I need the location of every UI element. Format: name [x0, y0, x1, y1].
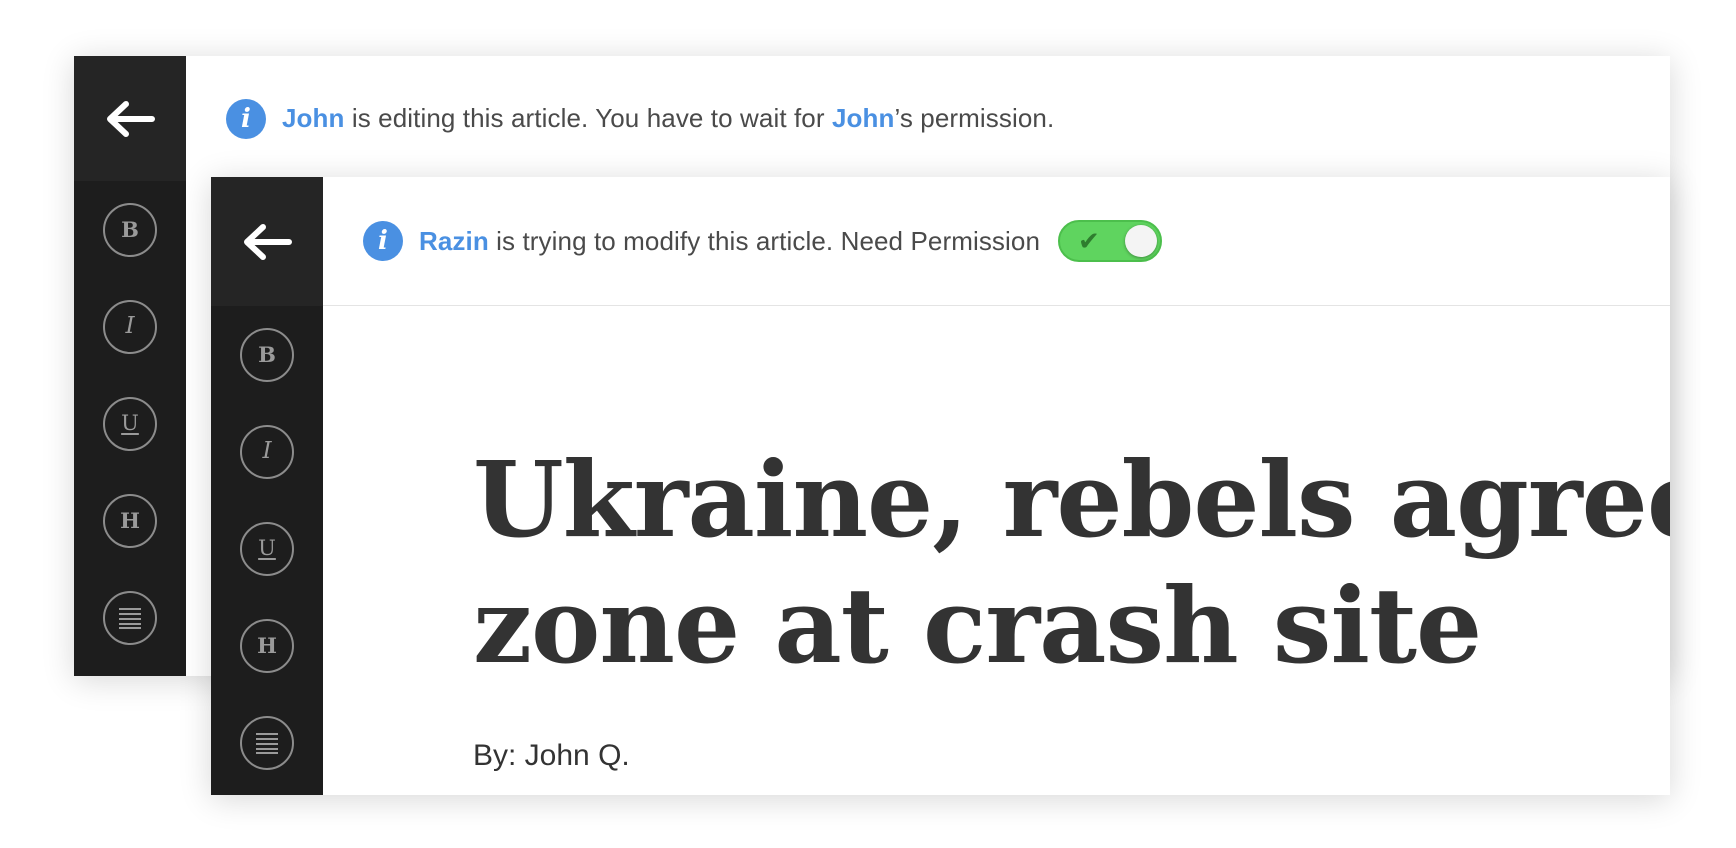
info-icon: i — [363, 221, 403, 261]
permission-owner-link[interactable]: John — [832, 103, 895, 134]
arrow-left-icon — [244, 223, 292, 260]
bold-icon: B — [103, 202, 157, 257]
notice-text-end: ’s permission. — [894, 103, 1055, 133]
underline-button[interactable]: U — [74, 375, 186, 472]
bold-button[interactable]: B — [211, 306, 323, 403]
heading-icon: H — [103, 493, 157, 548]
info-icon: i — [226, 98, 266, 139]
format-tools: B I U H — [211, 306, 323, 791]
toolbar-sidebar: B I U H — [74, 56, 186, 676]
notice-text: is trying to modify this article. Need P… — [488, 225, 1041, 256]
article-content: Ukraine, rebels agree zone at crash site… — [473, 437, 1670, 773]
underline-button[interactable]: U — [211, 500, 323, 597]
heading-icon: H — [240, 618, 294, 673]
requester-name-link[interactable]: Razin — [419, 226, 489, 257]
align-justify-icon — [240, 715, 294, 770]
align-justify-glyph — [119, 607, 141, 629]
article-title[interactable]: Ukraine, rebels agree zone at crash site — [473, 437, 1670, 689]
align-justify-icon — [103, 590, 157, 645]
editor-panel-front: B I U H i Razin is trying to modify this… — [211, 177, 1670, 795]
toolbar-sidebar: B I U H — [211, 177, 323, 795]
format-tools: B I U H — [74, 181, 186, 666]
italic-icon: I — [240, 424, 294, 479]
editor-name-link[interactable]: John — [282, 103, 345, 134]
permission-request-notice: i Razin is trying to modify this article… — [323, 177, 1670, 306]
toggle-knob[interactable] — [1125, 225, 1158, 257]
article-title-line-1: Ukraine, rebels agree — [473, 438, 1670, 561]
italic-icon: I — [103, 299, 157, 354]
italic-button[interactable]: I — [74, 278, 186, 375]
article-title-line-2: zone at crash site — [473, 564, 1482, 687]
heading-button[interactable]: H — [211, 597, 323, 694]
article-byline[interactable]: By: John Q. — [473, 739, 1670, 773]
underline-icon: U — [240, 521, 294, 576]
underline-icon: U — [103, 396, 157, 451]
heading-button[interactable]: H — [74, 472, 186, 569]
bold-icon: B — [240, 327, 294, 382]
back-button[interactable] — [211, 177, 323, 306]
permission-toggle[interactable]: ✔ — [1058, 220, 1163, 262]
bold-button[interactable]: B — [74, 181, 186, 278]
italic-button[interactable]: I — [211, 403, 323, 500]
justify-button[interactable] — [74, 569, 186, 666]
justify-button[interactable] — [211, 694, 323, 791]
check-icon: ✔ — [1078, 226, 1100, 256]
arrow-left-icon — [107, 100, 155, 137]
back-button[interactable] — [74, 56, 186, 181]
align-justify-glyph — [256, 732, 278, 754]
notice-text: is editing this article. You have to wai… — [344, 103, 832, 133]
editing-notice: i John is editing this article. You have… — [186, 56, 1670, 181]
